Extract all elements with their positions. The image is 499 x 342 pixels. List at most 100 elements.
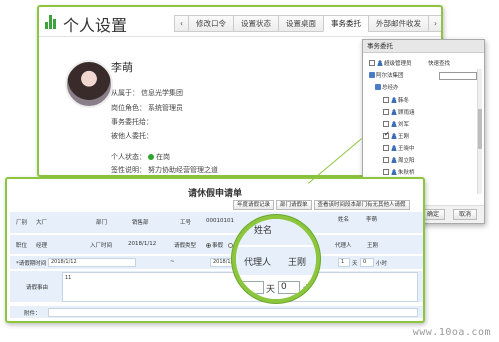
tree-person-node[interactable]: 周立阳 — [383, 156, 415, 164]
magnifier-row-top: 姓名 — [236, 219, 316, 245]
magnifier-row-duration: 天 0 小时 — [236, 277, 316, 299]
dept-leave-list-button[interactable]: 部门请假单 — [276, 200, 312, 210]
delegated-by-label: 被他人委托： — [111, 132, 153, 140]
radio-icon[interactable] — [228, 243, 233, 248]
person-checkbox[interactable] — [383, 169, 389, 175]
tree-person-node[interactable]: 韩冬 — [383, 96, 409, 104]
start-date-input[interactable]: 2018/1/12 — [48, 258, 136, 267]
tree-person-node[interactable]: 顾雨涵 — [383, 108, 415, 116]
days-input[interactable]: 1 — [338, 258, 350, 267]
tree-dept-label: 总经办 — [382, 85, 399, 91]
magnifier-hours-input[interactable]: 0 — [278, 281, 300, 294]
super-admin-option[interactable]: 超级管理员 — [369, 59, 412, 67]
magnifier-agent-label: 代理人 — [244, 258, 272, 268]
person-checkbox[interactable] — [383, 97, 389, 103]
department-icon — [375, 84, 381, 90]
signature-value: 努力协助经营管理之道 — [148, 166, 218, 174]
person-name: 顾雨涵 — [398, 110, 415, 116]
scrollbar-thumb[interactable] — [478, 109, 482, 149]
attachment-input[interactable] — [48, 308, 418, 317]
tree-dept-node[interactable]: 总经办 — [375, 83, 399, 91]
org-label: 从属于： — [111, 89, 139, 97]
organization-icon — [369, 72, 375, 78]
leave-type-label: 请假类型 — [174, 243, 197, 249]
person-checkbox[interactable] — [383, 157, 389, 163]
person-name: 朱秋桥 — [398, 170, 415, 176]
tree-person-node[interactable]: 刘军 — [383, 120, 409, 128]
period-separator: ~ — [170, 259, 175, 265]
radio-selected-icon[interactable] — [206, 243, 211, 248]
status-value: 在岗 — [156, 153, 170, 161]
quick-search-input[interactable] — [439, 72, 477, 80]
magnifier-days-input[interactable] — [242, 281, 264, 294]
person-checkbox[interactable] — [383, 121, 389, 127]
position-label: 职位 — [16, 243, 28, 249]
app-logo-icon — [45, 15, 57, 29]
tree-person-node[interactable]: 王刚 — [383, 130, 409, 140]
cancel-button[interactable]: 取消 — [453, 209, 477, 220]
employee-no-value: 00010101 — [206, 218, 234, 224]
tab-delegation[interactable]: 事务委托 — [323, 15, 369, 32]
quick-search-label: 快速查找 — [428, 61, 451, 67]
form-row-position: 职位 经理 入厂时间 2018/1/12 请假类型 事假 病 代理人 王刚 — [10, 235, 423, 255]
reason-label: 请假事由 — [26, 285, 49, 291]
person-name: 王晓中 — [398, 146, 415, 152]
leave-type-option-personal[interactable]: 事假 — [206, 241, 223, 249]
agent-value: 王刚 — [367, 243, 379, 249]
person-icon — [391, 157, 397, 163]
profile-role-line: 岗位角色： 系统管理员 — [111, 103, 183, 113]
attachment-label: 附件： — [24, 311, 41, 317]
person-checkbox[interactable] — [383, 145, 389, 151]
annual-leave-record-button[interactable]: 年度请假记录 — [233, 200, 275, 210]
super-admin-checkbox[interactable] — [369, 60, 375, 66]
profile-org-line: 从属于： 信息光学集团 — [111, 88, 183, 98]
tree-person-node[interactable]: 朱秋桥 — [383, 168, 415, 176]
super-admin-label: 超级管理员 — [384, 61, 412, 67]
tree-person-node[interactable]: 王晓中 — [383, 144, 415, 152]
magnifier-days-unit: 天 — [266, 285, 276, 295]
days-unit: 天 — [352, 261, 358, 267]
tab-set-desktop[interactable]: 设置桌面 — [278, 15, 324, 32]
avatar — [65, 60, 113, 108]
delegated-by-line: 被他人委托： — [111, 131, 153, 141]
person-icon — [391, 145, 397, 151]
person-checkbox[interactable] — [383, 109, 389, 115]
form-title: 请休假申请单 — [187, 189, 242, 199]
person-icon — [391, 97, 397, 103]
person-icon — [377, 60, 383, 66]
tab-scroll-right-button[interactable]: › — [428, 15, 441, 32]
hours-input[interactable]: 0 — [360, 258, 374, 267]
watermark: www.10oa.com — [412, 327, 491, 338]
tab-set-status[interactable]: 设置状态 — [233, 15, 279, 32]
employee-no-label: 工号 — [180, 220, 192, 226]
person-icon — [391, 169, 397, 175]
magnifier-row-agent: 代理人 王刚 — [236, 247, 316, 275]
tab-scroll-left-button[interactable]: ‹ — [174, 15, 189, 32]
person-name: 周立阳 — [398, 158, 415, 164]
dept-value: 销售部 — [132, 220, 149, 226]
status-line: 个人状态： 在岗 — [111, 152, 170, 162]
form-toolbar: 年度请假记录 部门请假单 查看该时间段本部门有无其他人请假 — [233, 200, 410, 210]
factory-label: 厂别 — [16, 220, 28, 226]
form-row-period: *请假期时间 2018/1/12 ~ 2018/1/13 1 天 0 小时 — [10, 256, 423, 270]
person-icon — [391, 133, 397, 139]
tab-external-mail[interactable]: 外部邮件收发 — [368, 15, 429, 32]
magnifier-callout: 姓名 代理人 王刚 天 0 小时 — [232, 215, 320, 303]
dept-label: 部门 — [96, 220, 108, 226]
join-date-label: 入厂时间 — [90, 243, 113, 249]
check-dept-overlap-button[interactable]: 查看该时间段本部门有无其他人请假 — [313, 200, 410, 210]
org-value: 信息光学集团 — [141, 89, 183, 97]
person-icon — [391, 109, 397, 115]
tree-scrollbar[interactable] — [477, 69, 482, 194]
tree-root-node[interactable]: 阿尔法集团 — [369, 71, 404, 79]
role-value: 系统管理员 — [148, 104, 183, 112]
form-row-reason: 请假事由 11 — [10, 271, 423, 303]
profile-name: 李萌 — [111, 61, 133, 74]
tab-change-password[interactable]: 修改口令 — [188, 15, 234, 32]
person-checkbox[interactable] — [383, 130, 390, 139]
person-name: 刘军 — [398, 122, 410, 128]
leave-period-label: *请假期时间 — [16, 261, 47, 267]
form-row-basic: 厂别 大厂 部门 销售部 工号 00010101 姓名 姓名 李萌 — [10, 212, 423, 234]
delegate-to-line: 事务委托给： — [111, 117, 153, 127]
delegate-to-label: 事务委托给： — [111, 118, 153, 126]
